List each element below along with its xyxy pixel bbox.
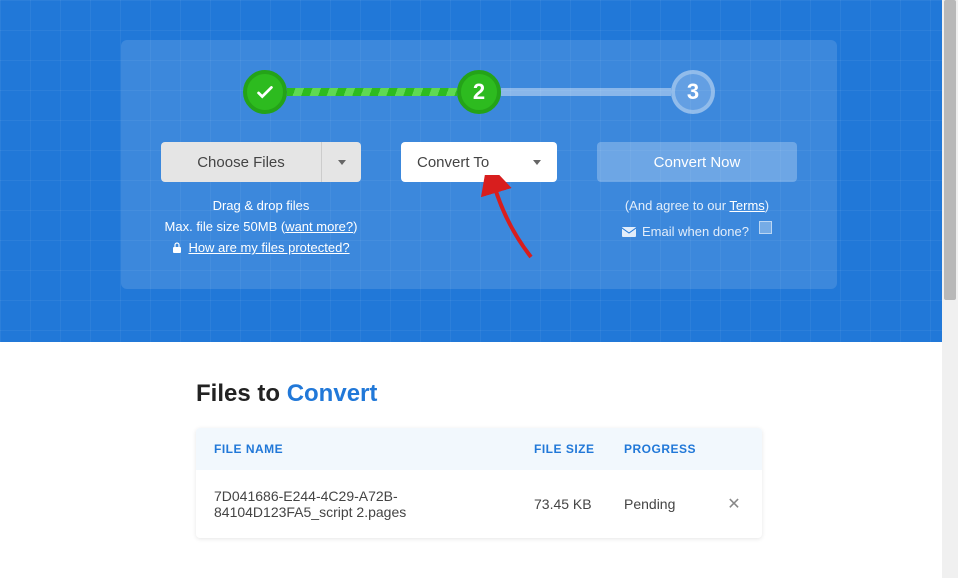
button-row: Choose Files Convert To Convert Now xyxy=(161,142,797,182)
column-progress: PROGRESS xyxy=(624,442,724,456)
email-done-hint: Email when done? xyxy=(597,221,797,242)
terms-hint: (And agree to our Terms) xyxy=(597,198,797,213)
step-line-1-2 xyxy=(287,88,457,96)
scrollbar-thumb[interactable] xyxy=(944,0,956,300)
drag-drop-hint: Drag & drop files xyxy=(161,198,361,213)
caret-down-icon xyxy=(338,160,346,165)
mail-icon xyxy=(622,227,636,237)
files-heading: Files to Convert xyxy=(196,380,762,408)
files-table: FILE NAME FILE SIZE PROGRESS 7D041686-E2… xyxy=(196,428,762,538)
lock-icon xyxy=(172,242,182,254)
table-head: FILE NAME FILE SIZE PROGRESS xyxy=(196,428,762,470)
hints-right: (And agree to our Terms) Email when done… xyxy=(597,198,797,261)
column-size: FILE SIZE xyxy=(534,442,624,456)
choose-files-button[interactable]: Choose Files xyxy=(161,142,321,182)
stepper: 2 3 xyxy=(161,70,797,114)
step-1-done xyxy=(243,70,287,114)
column-name: FILE NAME xyxy=(214,442,534,456)
file-progress: Pending xyxy=(624,496,724,512)
step-2-label: 2 xyxy=(473,79,485,105)
hero-section: 2 3 Choose Files Convert To Convert Now xyxy=(0,0,958,342)
upload-card: 2 3 Choose Files Convert To Convert Now xyxy=(121,40,837,289)
step-3-label: 3 xyxy=(687,79,699,105)
max-size-hint: Max. file size 50MB (want more?) xyxy=(161,219,361,234)
remove-file-button[interactable]: ✕ xyxy=(724,494,744,514)
protected-hint: How are my files protected? xyxy=(161,240,361,255)
choose-files-group: Choose Files xyxy=(161,142,361,182)
scrollbar[interactable] xyxy=(942,0,958,578)
convert-to-label: Convert To xyxy=(417,154,489,171)
want-more-link[interactable]: want more? xyxy=(285,219,353,234)
step-3-pending: 3 xyxy=(671,70,715,114)
file-name: 7D041686-E244-4C29-A72B-84104D123FA5_scr… xyxy=(214,488,534,520)
protected-link[interactable]: How are my files protected? xyxy=(188,240,349,255)
files-section: Files to Convert FILE NAME FILE SIZE PRO… xyxy=(0,342,958,538)
caret-down-icon xyxy=(533,160,541,165)
table-row: 7D041686-E244-4C29-A72B-84104D123FA5_scr… xyxy=(196,470,762,538)
email-done-checkbox[interactable] xyxy=(759,221,772,234)
choose-files-dropdown[interactable] xyxy=(321,142,361,182)
hints-row: Drag & drop files Max. file size 50MB (w… xyxy=(161,198,797,261)
close-icon: ✕ xyxy=(727,496,740,513)
step-2-current: 2 xyxy=(457,70,501,114)
file-size: 73.45 KB xyxy=(534,496,624,512)
email-done-label: Email when done? xyxy=(642,224,749,239)
convert-now-button[interactable]: Convert Now xyxy=(597,142,797,182)
step-line-2-3 xyxy=(501,88,671,96)
checkmark-icon xyxy=(254,81,276,103)
terms-link[interactable]: Terms xyxy=(729,198,764,213)
hints-left: Drag & drop files Max. file size 50MB (w… xyxy=(161,198,361,261)
convert-to-button[interactable]: Convert To xyxy=(401,142,557,182)
